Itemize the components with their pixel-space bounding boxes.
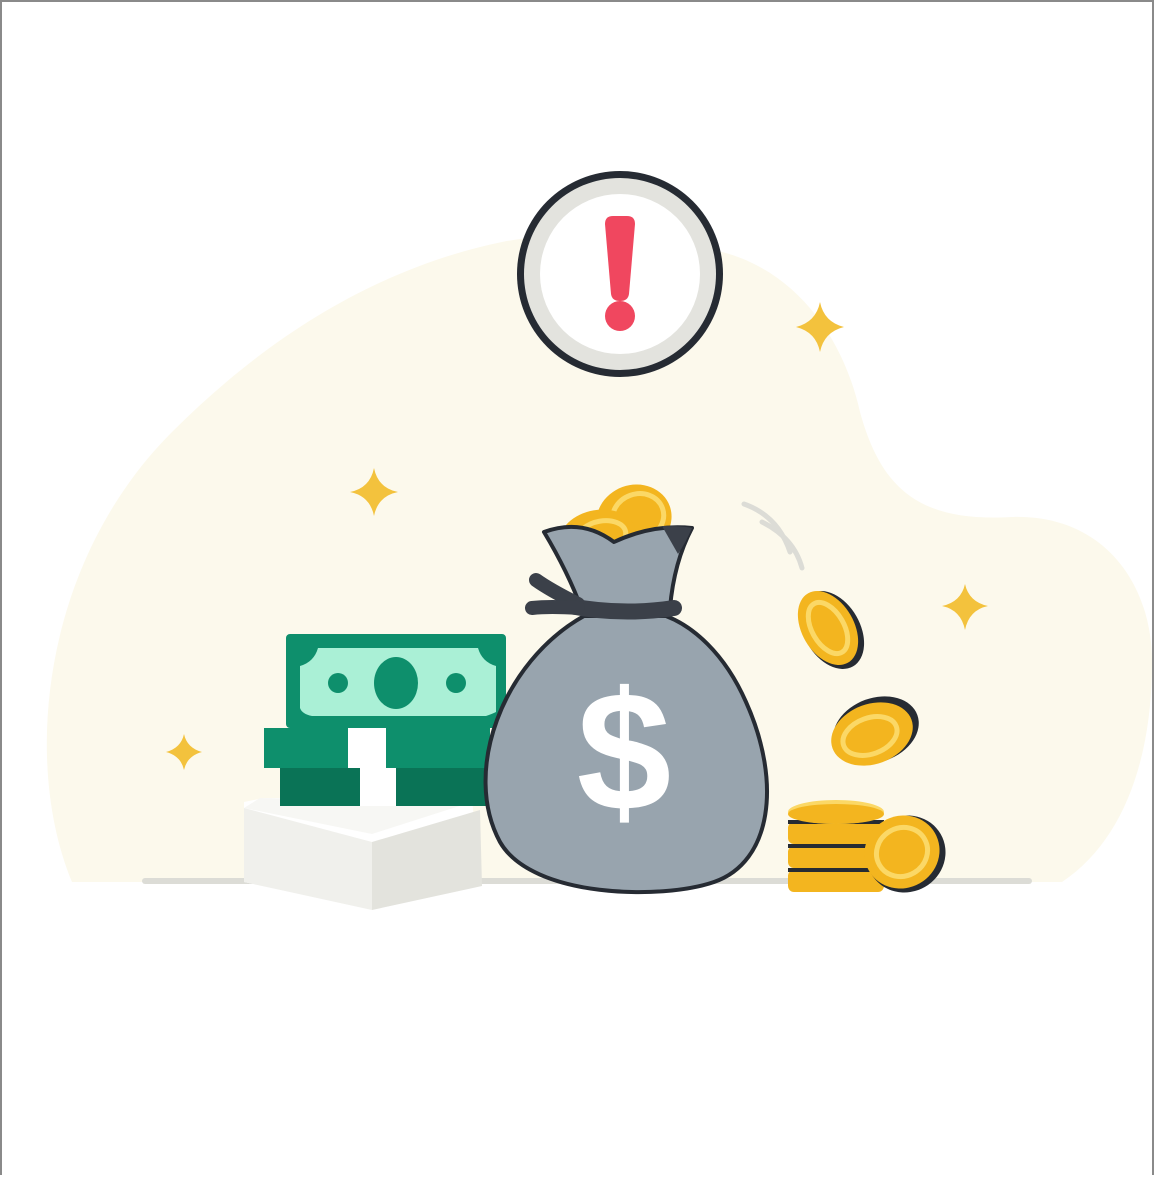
banknote-icon	[264, 634, 506, 806]
exclamation-icon: !	[517, 171, 723, 377]
money-warning-illustration: !	[46, 171, 1152, 910]
currency-symbol: $	[577, 657, 672, 847]
image-frame: !	[0, 0, 1154, 1175]
bill-box	[244, 798, 482, 910]
